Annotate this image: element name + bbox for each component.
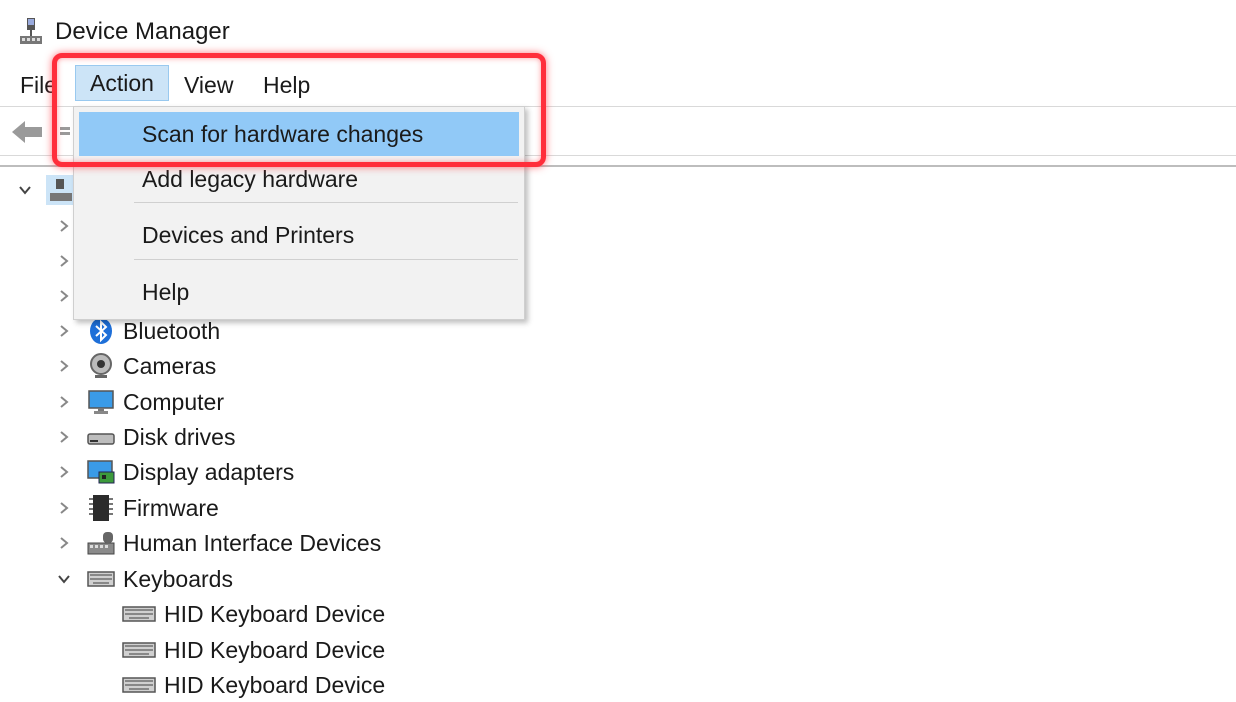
tree-child-hid-keyboard-device[interactable]: HID Keyboard Device <box>122 668 385 702</box>
chevron-right-icon[interactable] <box>57 501 71 515</box>
keyboard-icon <box>122 642 156 658</box>
keyboard-icon <box>122 677 156 693</box>
computer-root-icon <box>46 175 76 205</box>
menu-item-help[interactable]: Help <box>142 279 189 306</box>
menu-item-add-legacy-hardware[interactable]: Add legacy hardware <box>142 166 358 193</box>
tree-item-label: Human Interface Devices <box>123 529 382 556</box>
display-adapter-icon <box>87 460 115 484</box>
annotation-highlight-box <box>52 53 546 167</box>
tree-item-label: HID Keyboard Device <box>164 671 386 698</box>
tree-item-label: Disk drives <box>123 423 236 450</box>
tree-item-label: Computer <box>123 388 224 415</box>
chevron-right-icon[interactable] <box>57 395 71 409</box>
tree-item-human-interface-devices[interactable]: Human Interface Devices <box>57 526 381 560</box>
tree-item-keyboards[interactable]: Keyboards <box>57 562 233 596</box>
tree-item-label: Firmware <box>123 494 219 521</box>
chevron-right-icon[interactable] <box>57 430 71 444</box>
menu-item-devices-and-printers[interactable]: Devices and Printers <box>142 222 354 249</box>
bluetooth-icon <box>90 318 112 344</box>
disk-drive-icon <box>87 433 115 445</box>
tree-item-label: Display adapters <box>123 458 295 485</box>
tree-item-label: Keyboards <box>123 565 233 592</box>
device-manager-icon <box>20 18 42 44</box>
chevron-down-icon[interactable] <box>57 572 71 586</box>
window-title: Device Manager <box>55 18 230 45</box>
tree-child-hid-keyboard-device[interactable]: HID Keyboard Device <box>122 597 385 631</box>
back-arrow-icon[interactable] <box>10 119 46 145</box>
computer-icon <box>88 390 114 414</box>
tree-child-hid-keyboard-device[interactable]: HID Keyboard Device <box>122 633 385 667</box>
keyboard-icon <box>122 606 156 622</box>
chevron-right-icon[interactable] <box>57 536 71 550</box>
tree-item-display-adapters[interactable]: Display adapters <box>57 455 294 489</box>
menu-separator <box>134 202 518 203</box>
chevron-right-icon[interactable] <box>57 465 71 479</box>
tree-item-label: Bluetooth <box>123 317 221 344</box>
hid-icon <box>87 532 115 555</box>
camera-icon <box>90 353 112 378</box>
tree-item-disk-drives[interactable]: Disk drives <box>57 420 235 454</box>
tree-item-label: HID Keyboard Device <box>164 636 386 663</box>
firmware-icon <box>89 495 113 521</box>
keyboard-icon <box>87 571 115 587</box>
chevron-right-icon[interactable] <box>57 324 71 338</box>
chevron-right-icon[interactable] <box>57 289 71 303</box>
tree-item-cameras[interactable]: Cameras <box>57 349 216 383</box>
chevron-down-icon[interactable] <box>18 183 32 197</box>
tree-item-label: Cameras <box>123 352 217 379</box>
menu-separator <box>134 259 518 260</box>
chevron-right-icon[interactable] <box>57 254 71 268</box>
tree-item-label: HID Keyboard Device <box>164 600 386 627</box>
tree-item-firmware[interactable]: Firmware <box>57 491 219 525</box>
chevron-right-icon[interactable] <box>57 359 71 373</box>
tree-item-computer[interactable]: Computer <box>57 385 224 419</box>
chevron-right-icon[interactable] <box>57 219 71 233</box>
